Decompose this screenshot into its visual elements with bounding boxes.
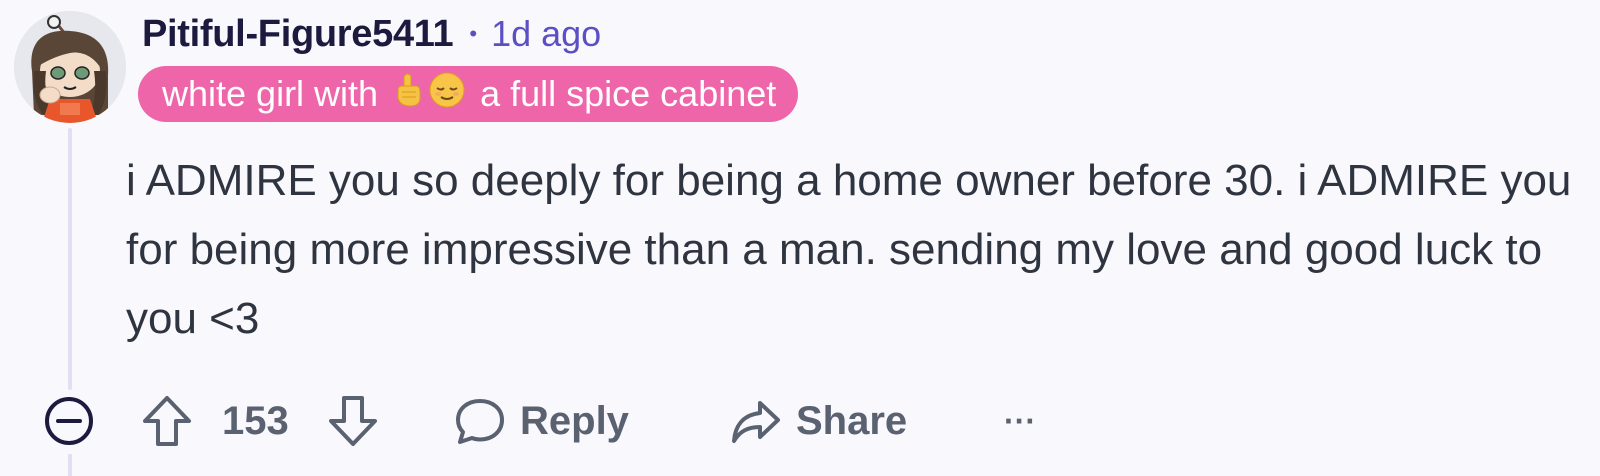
- user-flair: white girl with a full spice cabinet: [138, 66, 799, 122]
- vote-score: 153: [222, 398, 289, 443]
- reply-label: Reply: [520, 398, 629, 443]
- separator-dot: •: [469, 21, 478, 46]
- comment-action-bar: 153 Reply Share ···: [0, 388, 1600, 454]
- thread-line[interactable]: [68, 128, 72, 390]
- downvote-arrow-icon: [329, 396, 377, 446]
- author-username[interactable]: Pitiful-Figure5411: [142, 13, 454, 56]
- avatar[interactable]: [14, 11, 126, 123]
- share-arrow-icon: [732, 401, 780, 443]
- more-options-icon: ···: [1004, 402, 1036, 439]
- downvote-button[interactable]: [326, 388, 380, 454]
- comment-bubble-icon: [456, 399, 504, 444]
- share-label: Share: [796, 398, 908, 443]
- thread-line-continuation[interactable]: [68, 454, 72, 476]
- avatar-illustration: [14, 11, 126, 123]
- collapse-minus-circle-icon: [45, 397, 93, 445]
- flair-text-end: a full spice cabinet: [480, 73, 777, 114]
- reply-button[interactable]: Reply: [452, 388, 629, 454]
- upvote-button[interactable]: [140, 388, 194, 454]
- comment-timestamp[interactable]: 1d ago: [491, 13, 601, 55]
- share-button[interactable]: Share: [728, 388, 907, 454]
- comment-body: i ADMIRE you so deeply for being a home …: [126, 156, 1572, 343]
- collapse-button[interactable]: [42, 388, 96, 454]
- flair-text-start: white girl with: [162, 73, 379, 114]
- more-options-button[interactable]: ···: [1004, 388, 1036, 454]
- upvote-arrow-icon: [143, 396, 191, 446]
- relieved-face-emoji-icon: [428, 71, 466, 118]
- comment-header: Pitiful-Figure5411 • 1d ago: [142, 10, 601, 58]
- pointing-up-emoji-icon: [392, 72, 424, 117]
